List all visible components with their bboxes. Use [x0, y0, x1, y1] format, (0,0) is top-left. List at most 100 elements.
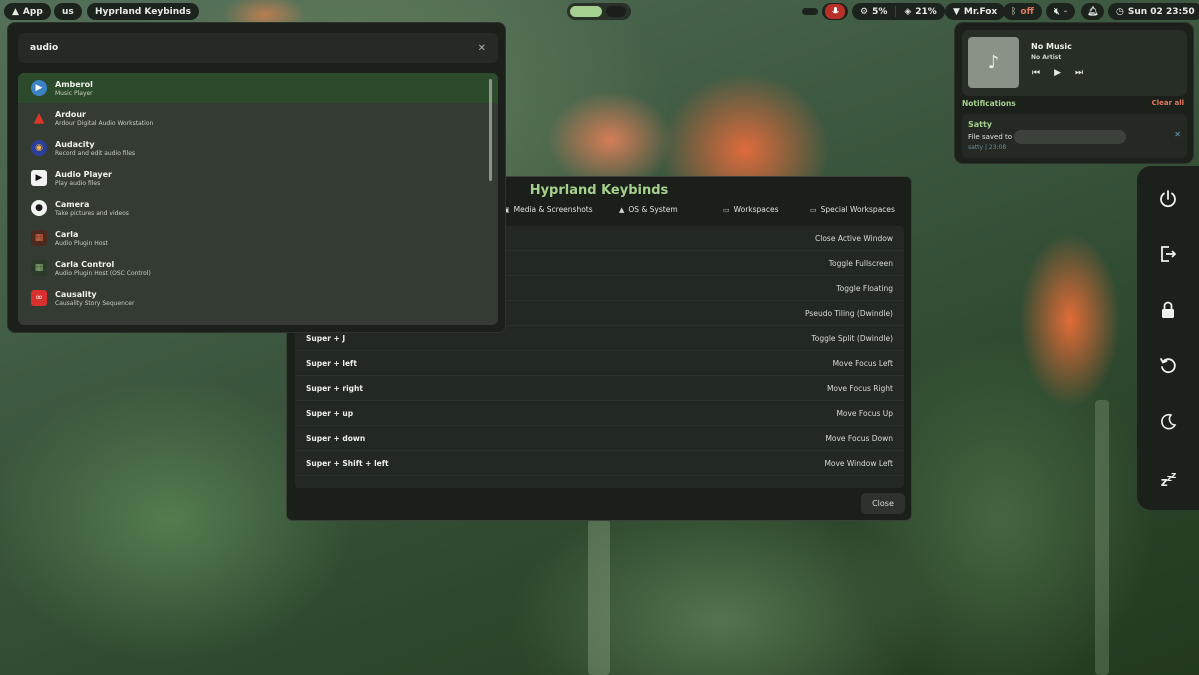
carla-control-icon: ▦ — [31, 260, 47, 276]
tab-os-system[interactable]: ▲ OS & System — [619, 205, 678, 214]
app-name: Amberol — [55, 79, 93, 89]
keybind-action: Close Active Window — [815, 233, 893, 243]
app-desc: Causality Story Sequencer — [55, 299, 135, 307]
app-desc: Play audio files — [55, 179, 101, 187]
notification-body: File saved to — [968, 133, 1013, 141]
arch-logo-icon: ▲ — [619, 205, 625, 214]
keybind-action: Toggle Fullscreen — [828, 258, 893, 268]
notification-bell[interactable]: 🔔︎ — [1081, 3, 1105, 20]
app-label: App — [22, 6, 43, 17]
arch-logo-icon: ▲ — [12, 6, 19, 17]
keybind-keys: Super + down — [306, 433, 366, 443]
app-launcher: audio ✕ ▶ Amberol Music Player ▲ Ardour Ar… — [7, 22, 506, 333]
system-stats[interactable]: ⚙ 5% ◈ 21% — [852, 3, 945, 20]
clock[interactable]: ◷ Sun 02 23:50 — [1108, 3, 1199, 20]
keyboard-layout-indicator[interactable]: us — [54, 3, 82, 20]
close-icon[interactable]: ✕ — [1174, 130, 1181, 139]
workspace-inactive[interactable] — [606, 6, 626, 17]
app-name: Carla Control — [55, 259, 115, 269]
shutdown-button[interactable] — [1137, 186, 1199, 212]
list-item[interactable]: ▦ Carla Control Audio Plugin Host (OSC Co… — [18, 253, 498, 283]
bluetooth-status: off — [1020, 6, 1034, 17]
close-button[interactable]: Close — [861, 493, 905, 514]
keybind-action: Move Focus Down — [825, 433, 893, 443]
sleep-zzz-icon: zzz — [1160, 470, 1177, 489]
tab-special-workspaces[interactable]: ▭ Special Workspaces — [810, 205, 895, 214]
list-item[interactable]: ▲ Ardour Ardour Digital Audio Workstation — [18, 103, 498, 133]
keybind-keys: Super + left — [306, 358, 357, 368]
amberol-icon: ▶ — [31, 80, 47, 96]
app-name: Audio Player — [55, 169, 112, 179]
suspend-button[interactable] — [1137, 409, 1199, 435]
tray-indicator[interactable] — [802, 8, 818, 15]
keybind-keys: Super + J — [306, 333, 346, 343]
clock-label: Sun 02 23:50 — [1127, 6, 1195, 17]
search-input[interactable]: audio ✕ — [18, 33, 498, 63]
volume-dash: - — [1063, 6, 1068, 17]
tab-label: OS & System — [628, 205, 678, 214]
workspace-icon: ▭ — [723, 205, 730, 214]
hibernate-button[interactable]: zzz — [1137, 468, 1199, 494]
notification-meta: satty | 23:08 — [968, 144, 1007, 151]
cpu-icon: ⚙ — [860, 6, 869, 17]
wifi-icon: ▼ — [953, 6, 960, 17]
clear-all-button[interactable]: Clear all — [1152, 99, 1184, 107]
workspace-active[interactable] — [570, 6, 602, 17]
app-launcher-button[interactable]: ▲ App — [4, 3, 51, 20]
results-list: ▶ Amberol Music Player ▲ Ardour Ardour Dig… — [18, 73, 498, 325]
list-item[interactable]: ∞ Causality Causality Story Sequencer — [18, 283, 498, 313]
tab-label: Workspaces — [733, 205, 779, 214]
reboot-button[interactable] — [1137, 353, 1199, 379]
app-desc: Music Player — [55, 89, 93, 97]
app-desc: Take pictures and videos — [55, 209, 129, 217]
volume-muted-icon: 🔇︎ — [1054, 6, 1060, 17]
logout-icon — [1161, 246, 1177, 262]
notification-card[interactable]: Satty File saved to satty | 23:08 ✕ — [962, 114, 1187, 158]
redacted-path — [1014, 130, 1126, 144]
notifications-header: Notifications — [962, 99, 1016, 108]
list-item[interactable]: ◉ Audacity Record and edit audio files — [18, 133, 498, 163]
ardour-icon: ▲ — [33, 110, 45, 126]
keybind-action: Move Focus Up — [836, 408, 893, 418]
list-item[interactable]: ▶ Amberol Music Player — [18, 73, 498, 103]
app-desc: Ardour Digital Audio Workstation — [55, 119, 154, 127]
bluetooth-indicator[interactable]: ᛒ off — [1003, 3, 1042, 20]
list-item[interactable]: ● Camera Take pictures and videos — [18, 193, 498, 223]
table-row: Super + left Move Focus Left — [295, 351, 904, 376]
app-name: Carla — [55, 229, 79, 239]
tab-media-screenshots[interactable]: ▣ Media & Screenshots — [503, 205, 593, 214]
keybind-action: Move Window Left — [824, 458, 893, 468]
next-track-icon[interactable]: ⏭︎ — [1075, 68, 1083, 78]
table-row: Super + up Move Focus Up — [295, 401, 904, 426]
search-query: audio — [30, 43, 59, 53]
app-name: Ardour — [55, 109, 86, 119]
previous-track-icon[interactable]: ⏮︎ — [1032, 68, 1040, 78]
keybind-keys: Super + right — [306, 383, 363, 393]
audacity-icon: ◉ — [31, 140, 47, 156]
close-icon[interactable]: ✕ — [478, 43, 486, 54]
lock-icon — [1162, 301, 1174, 318]
control-center: ♪ No Music No Artist ⏮︎ ▶ ⏭︎ Notificatio… — [954, 22, 1194, 164]
table-row: Super + Shift + left Move Window Left — [295, 451, 904, 476]
keybind-action: Pseudo Tiling (Dwindle) — [805, 308, 893, 318]
camera-icon: ● — [31, 200, 47, 216]
scrollbar[interactable] — [489, 79, 492, 181]
audio-player-icon: ▶ — [31, 170, 47, 186]
workspace-indicator[interactable] — [567, 3, 631, 20]
active-window-title: Hyprland Keybinds — [87, 3, 199, 20]
clock-icon: ◷ — [1116, 6, 1124, 17]
app-desc: Audio Plugin Host (OSC Control) — [55, 269, 151, 277]
media-player: ♪ No Music No Artist ⏮︎ ▶ ⏭︎ — [962, 30, 1187, 96]
notification-app: Satty — [968, 120, 993, 129]
logout-button[interactable] — [1137, 241, 1199, 267]
network-indicator[interactable]: ▼ Mr.Fox — [945, 3, 1006, 20]
volume-indicator[interactable]: 🔇︎ - — [1046, 3, 1076, 20]
bell-icon: 🔔︎ — [1087, 6, 1099, 17]
list-item[interactable]: ▶ Audio Player Play audio files — [18, 163, 498, 193]
microphone-toggle[interactable] — [822, 3, 848, 20]
tab-workspaces[interactable]: ▭ Workspaces — [723, 205, 779, 214]
lock-button[interactable] — [1137, 297, 1199, 323]
memory-icon: ◈ — [904, 6, 912, 17]
list-item[interactable]: ▦ Carla Audio Plugin Host — [18, 223, 498, 253]
play-icon[interactable]: ▶ — [1054, 68, 1061, 78]
